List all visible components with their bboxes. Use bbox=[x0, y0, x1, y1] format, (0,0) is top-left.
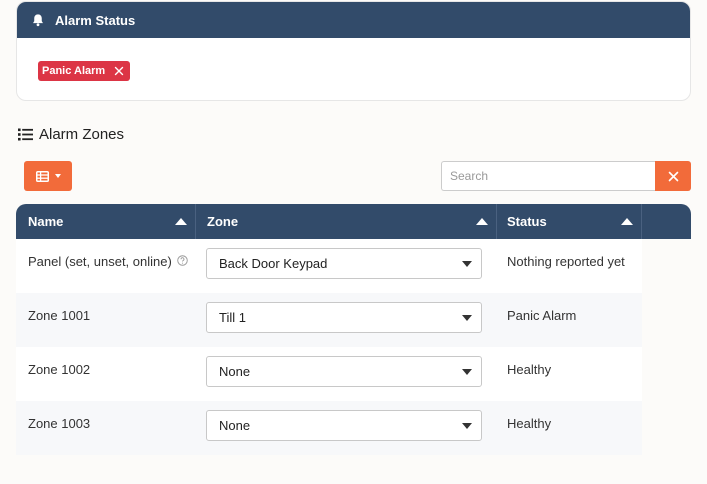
column-header-status[interactable]: Status bbox=[497, 204, 642, 239]
close-icon bbox=[668, 171, 678, 181]
zone-select[interactable]: Back Door Keypad bbox=[206, 248, 482, 279]
zone-select[interactable]: None bbox=[206, 410, 482, 441]
alarm-zones-table: Name Zone Status Panel (set, unset, onli… bbox=[16, 204, 691, 455]
status-cell: Healthy bbox=[507, 416, 552, 431]
zone-name-cell: Zone 1002 bbox=[28, 362, 91, 377]
alarm-zones-heading: Alarm Zones bbox=[18, 126, 124, 143]
table-row: Zone 1003 None Healthy bbox=[16, 401, 691, 455]
zone-select[interactable]: Till 1 bbox=[206, 302, 482, 333]
column-header-zone[interactable]: Zone bbox=[196, 204, 497, 239]
table-row: Zone 1001 Till 1 Panic Alarm bbox=[16, 293, 691, 347]
column-header-name[interactable]: Name bbox=[16, 204, 196, 239]
sort-asc-icon bbox=[621, 218, 633, 225]
alarm-status-header: Alarm Status bbox=[17, 2, 690, 38]
sort-asc-icon bbox=[175, 218, 187, 225]
table-row: Zone 1002 None Healthy bbox=[16, 347, 691, 401]
list-icon bbox=[18, 128, 33, 141]
table-header: Name Zone Status bbox=[16, 204, 691, 239]
sort-asc-icon bbox=[476, 218, 488, 225]
table-row: Panel (set, unset, online) Back Door Key… bbox=[16, 239, 691, 293]
help-icon[interactable] bbox=[177, 255, 188, 266]
badge-label: Panic Alarm bbox=[42, 65, 106, 77]
status-cell: Panic Alarm bbox=[507, 308, 577, 323]
zone-name-cell: Panel (set, unset, online) bbox=[16, 239, 196, 293]
bell-icon bbox=[33, 14, 43, 27]
alarm-zones-title: Alarm Zones bbox=[39, 126, 125, 143]
table-icon bbox=[35, 170, 49, 182]
close-icon[interactable] bbox=[114, 66, 124, 76]
zone-name-cell: Zone 1003 bbox=[28, 416, 91, 431]
status-cell: Healthy bbox=[507, 362, 552, 377]
zone-name-cell: Zone 1001 bbox=[28, 308, 91, 323]
clear-search-button[interactable] bbox=[655, 161, 691, 191]
alarm-status-card: Alarm Status Panic Alarm bbox=[16, 1, 691, 101]
zone-select[interactable]: None bbox=[206, 356, 482, 387]
status-cell: Nothing reported yet bbox=[507, 254, 625, 269]
chevron-down-icon bbox=[462, 368, 472, 375]
chevron-down-icon bbox=[462, 260, 472, 267]
alarm-status-title: Alarm Status bbox=[55, 12, 136, 28]
panic-alarm-badge: Panic Alarm bbox=[38, 61, 131, 81]
chevron-down-icon bbox=[462, 314, 472, 321]
search-input[interactable] bbox=[441, 161, 655, 191]
chevron-down-icon bbox=[462, 422, 472, 429]
table-view-dropdown-button[interactable] bbox=[24, 161, 72, 191]
column-header-empty bbox=[642, 204, 691, 239]
caret-down-icon bbox=[54, 174, 61, 178]
